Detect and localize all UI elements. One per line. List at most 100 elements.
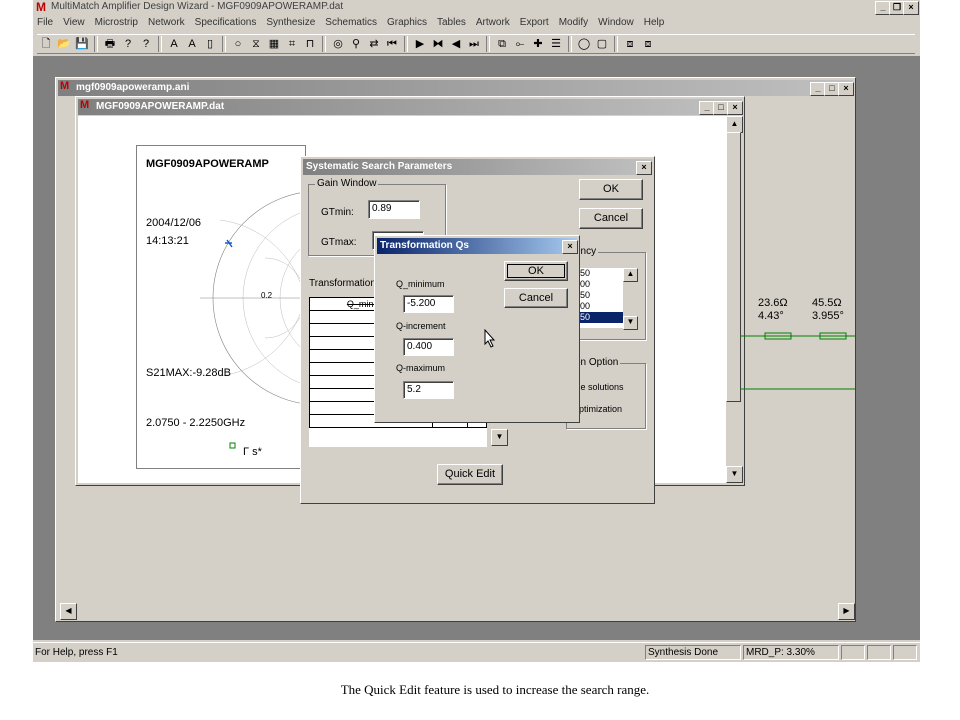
new-icon[interactable]: 🗋	[38, 36, 54, 52]
list-icon[interactable]: ☰	[548, 36, 564, 52]
help-icon[interactable]: ?	[120, 36, 136, 52]
option-2-radio-label[interactable]: optimization	[574, 404, 622, 414]
systematic-close-icon[interactable]: ×	[636, 161, 652, 175]
last-icon[interactable]: ⏭	[466, 36, 482, 52]
menu-microstrip[interactable]: Microstrip	[95, 17, 138, 28]
transformation-ok-button[interactable]: OK	[504, 261, 568, 281]
frequency-scrollbar[interactable]: ▲ ▼	[623, 268, 638, 330]
circle-icon[interactable]: ○	[230, 36, 246, 52]
chart-tick-label: 0.2	[261, 291, 273, 300]
inner-mdi-title-bar: M MGF0909APOWERAMP.dat _ □ ×	[78, 99, 743, 115]
systematic-ok-button[interactable]: OK	[579, 179, 643, 200]
toolbar-separator	[404, 36, 408, 52]
solution-option-label: on Option	[573, 357, 621, 368]
menu-artwork[interactable]: Artwork	[476, 17, 510, 28]
frequency-list-item[interactable]: 250	[573, 268, 623, 279]
hourglass-icon[interactable]: ⧓	[430, 36, 446, 52]
systematic-search-title: Systematic Search Parameters	[306, 161, 453, 172]
menu-graphics[interactable]: Graphics	[387, 17, 427, 28]
ring-icon[interactable]: ◯	[576, 36, 592, 52]
status-pane-5	[893, 645, 917, 660]
back-icon[interactable]: ◀	[448, 36, 464, 52]
q-minimum-field[interactable]: -5.200	[403, 295, 454, 313]
schematic-label-2-value: 45.5Ω	[812, 297, 842, 309]
q-increment-field[interactable]: 0.400	[403, 338, 454, 356]
menu-help[interactable]: Help	[644, 17, 665, 28]
menu-specifications[interactable]: Specifications	[195, 17, 257, 28]
scroll-thumb[interactable]	[726, 132, 741, 402]
frequency-list[interactable]: 250 600 750 000 250	[573, 268, 623, 328]
tee-icon[interactable]: ⇄	[366, 36, 382, 52]
bowtie-icon[interactable]: ⧖	[248, 36, 264, 52]
horizontal-scrollbar[interactable]: ◀ ▶	[60, 603, 855, 620]
menu-tables[interactable]: Tables	[437, 17, 466, 28]
toolbar-separator	[322, 36, 326, 52]
toolbar-separator	[222, 36, 226, 52]
table-dropdown-icon[interactable]: ▼	[491, 429, 508, 446]
stack-icon[interactable]: ⧈	[622, 36, 638, 52]
network-icon[interactable]: ⌗	[284, 36, 300, 52]
toolbar-separator	[486, 36, 490, 52]
transistor-icon[interactable]: ⊓	[302, 36, 318, 52]
menu-schematics[interactable]: Schematics	[325, 17, 377, 28]
menu-export[interactable]: Export	[520, 17, 549, 28]
arrow-a-icon[interactable]: A	[166, 36, 182, 52]
play-icon[interactable]: ▶	[412, 36, 428, 52]
inner-mdi-logo-icon: M	[80, 99, 90, 111]
inner-close-icon[interactable]: ×	[727, 101, 743, 115]
app-title-bar: M MultiMatch Amplifier Design Wizard - M…	[33, 0, 920, 16]
quick-edit-button[interactable]: Quick Edit	[437, 464, 503, 485]
cross-icon[interactable]: ✚	[530, 36, 546, 52]
transformation-cancel-button[interactable]: Cancel	[504, 288, 568, 308]
menu-network[interactable]: Network	[148, 17, 185, 28]
cursor-icon[interactable]: ▯	[202, 36, 218, 52]
systematic-search-title-bar: Systematic Search Parameters ×	[303, 159, 652, 175]
arrow-a2-icon[interactable]: A	[184, 36, 200, 52]
transformation-qs-dialog: Transformation Qs × Q_minimum -5.200 Q-i…	[374, 235, 580, 423]
frequency-list-item[interactable]: 250	[573, 312, 623, 323]
stack2-icon[interactable]: ⧈	[640, 36, 656, 52]
save-icon[interactable]: 💾	[74, 36, 90, 52]
status-mrd: MRD_P: 3.30%	[743, 645, 839, 660]
fork-icon[interactable]: ⚲	[348, 36, 364, 52]
inner-mdi-title: MGF0909APOWERAMP.dat	[96, 101, 225, 112]
frequency-list-item[interactable]: 000	[573, 301, 623, 312]
scroll-up-icon[interactable]: ▲	[726, 116, 743, 133]
probe-icon[interactable]: ⟜	[512, 36, 528, 52]
scroll-down-icon[interactable]: ▼	[726, 466, 743, 483]
status-help-text: For Help, press F1	[35, 647, 118, 658]
menu-synthesize[interactable]: Synthesize	[266, 17, 315, 28]
square-icon[interactable]: ▢	[594, 36, 610, 52]
print-icon[interactable]: 🖶	[102, 36, 118, 52]
gtmin-field[interactable]: 0.89	[368, 200, 420, 219]
gain-window-label: Gain Window	[315, 178, 379, 189]
context-help-icon[interactable]: ?	[138, 36, 154, 52]
frequency-down-icon[interactable]: ▼	[623, 316, 638, 330]
schematic-label-2-angle: 3.955°	[812, 310, 844, 322]
outer-close-icon[interactable]: ×	[838, 82, 854, 96]
frequency-up-icon[interactable]: ▲	[623, 268, 638, 282]
first-icon[interactable]: ⏮	[384, 36, 400, 52]
menu-view[interactable]: View	[63, 17, 85, 28]
scroll-left-icon[interactable]: ◀	[60, 603, 77, 620]
grid-icon[interactable]: ▦	[266, 36, 282, 52]
toolbar-separator	[568, 36, 572, 52]
target-icon[interactable]: ◎	[330, 36, 346, 52]
transformation-close-icon[interactable]: ×	[562, 240, 578, 254]
q-maximum-field[interactable]: 5.2	[403, 381, 454, 399]
q-maximum-label: Q-maximum	[396, 363, 445, 373]
menu-window[interactable]: Window	[598, 17, 634, 28]
frequency-list-item[interactable]: 750	[573, 290, 623, 301]
status-pane-4	[867, 645, 891, 660]
copy-icon[interactable]: ⧉	[494, 36, 510, 52]
open-icon[interactable]: 📂	[56, 36, 72, 52]
menu-file[interactable]: File	[37, 17, 53, 28]
scroll-right-icon[interactable]: ▶	[838, 603, 855, 620]
status-pane-3	[841, 645, 865, 660]
systematic-cancel-button[interactable]: Cancel	[579, 208, 643, 229]
outer-mdi-title: mgf0909apoweramp.ani	[76, 82, 190, 93]
close-icon[interactable]: ×	[903, 1, 919, 15]
menu-modify[interactable]: Modify	[559, 17, 588, 28]
frequency-list-item[interactable]: 600	[573, 279, 623, 290]
option-1-radio-label[interactable]: ize solutions	[574, 382, 624, 392]
